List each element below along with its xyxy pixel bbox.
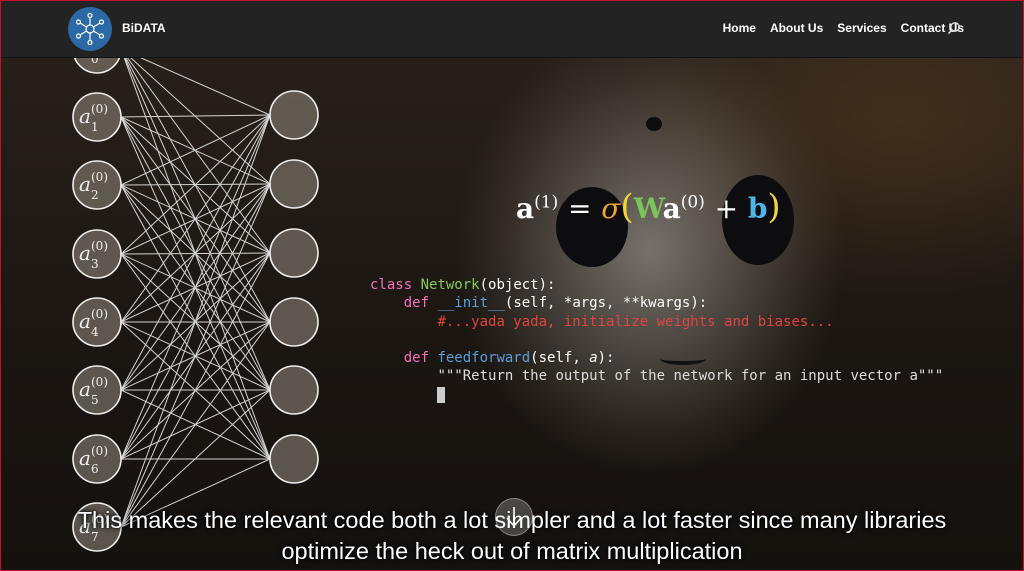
scroll-down-button[interactable] bbox=[495, 498, 533, 536]
nav-home[interactable]: Home bbox=[723, 21, 756, 35]
input-neuron-label: a bbox=[79, 104, 91, 128]
input-neuron-index: 5 bbox=[91, 393, 99, 407]
input-neuron-label: a bbox=[79, 309, 91, 333]
network-logo-icon bbox=[75, 12, 105, 46]
input-neuron-superscript: (0) bbox=[91, 307, 108, 321]
input-neuron-index: 6 bbox=[91, 462, 99, 476]
input-neuron-superscript: (0) bbox=[91, 375, 108, 389]
network-edge bbox=[120, 114, 271, 186]
input-neuron-index: 1 bbox=[91, 120, 99, 134]
subtitle-line-2: optimize the heck out of matrix multipli… bbox=[281, 538, 743, 564]
network-edge bbox=[129, 57, 271, 185]
bidata-logo[interactable] bbox=[68, 7, 112, 51]
input-neuron-index: 2 bbox=[91, 188, 99, 202]
nav-about-us[interactable]: About Us bbox=[770, 21, 823, 35]
text-cursor bbox=[437, 386, 446, 403]
hidden-neuron bbox=[269, 297, 319, 347]
arrow-down-icon bbox=[506, 507, 522, 528]
input-neuron-superscript: (0) bbox=[91, 170, 108, 184]
brand-name[interactable]: BiDATA bbox=[122, 21, 166, 35]
network-edge bbox=[120, 183, 271, 528]
equation: a(1) = σ(Wa(0) + b) bbox=[516, 187, 781, 227]
hidden-neuron bbox=[269, 365, 319, 415]
main-menu: Home About Us Services Contact Us bbox=[723, 21, 964, 35]
neural-network-diagram: a0(0)a1(0)a2(0)a3(0)a4(0)a5(0)a6(0)a7(0) bbox=[72, 57, 319, 552]
code-block: class Network(object): def __init__(self… bbox=[370, 276, 943, 404]
input-neuron-superscript: (0) bbox=[91, 102, 108, 116]
input-neuron-label: a bbox=[79, 172, 91, 196]
network-edge bbox=[120, 321, 271, 528]
top-navbar: BiDATA Home About Us Services Contact Us bbox=[0, 0, 1024, 58]
network-edge bbox=[120, 114, 271, 528]
nav-services[interactable]: Services bbox=[837, 21, 886, 35]
network-edge bbox=[137, 57, 271, 116]
input-neuron-label: a bbox=[79, 241, 91, 265]
input-neuron-superscript: (0) bbox=[91, 239, 108, 253]
hidden-neuron bbox=[269, 228, 319, 278]
network-edge bbox=[124, 57, 271, 323]
network-edge bbox=[126, 57, 271, 254]
input-neuron-superscript: (0) bbox=[91, 444, 108, 458]
search-icon[interactable] bbox=[947, 21, 961, 35]
input-neuron-index: 3 bbox=[91, 257, 99, 271]
hidden-neuron bbox=[269, 434, 319, 484]
hidden-neuron bbox=[269, 159, 319, 209]
network-edge bbox=[123, 57, 271, 460]
input-neuron-index: 0 bbox=[91, 57, 99, 66]
hidden-neuron bbox=[269, 90, 319, 140]
input-neuron-label: a bbox=[79, 377, 91, 401]
video-stage[interactable]: a0(0)a1(0)a2(0)a3(0)a4(0)a5(0)a6(0)a7(0)… bbox=[0, 57, 1024, 571]
input-neuron-label: a bbox=[79, 446, 91, 470]
input-neuron-index: 4 bbox=[91, 325, 99, 339]
network-edge bbox=[123, 57, 271, 391]
robot-sensor bbox=[646, 117, 662, 131]
